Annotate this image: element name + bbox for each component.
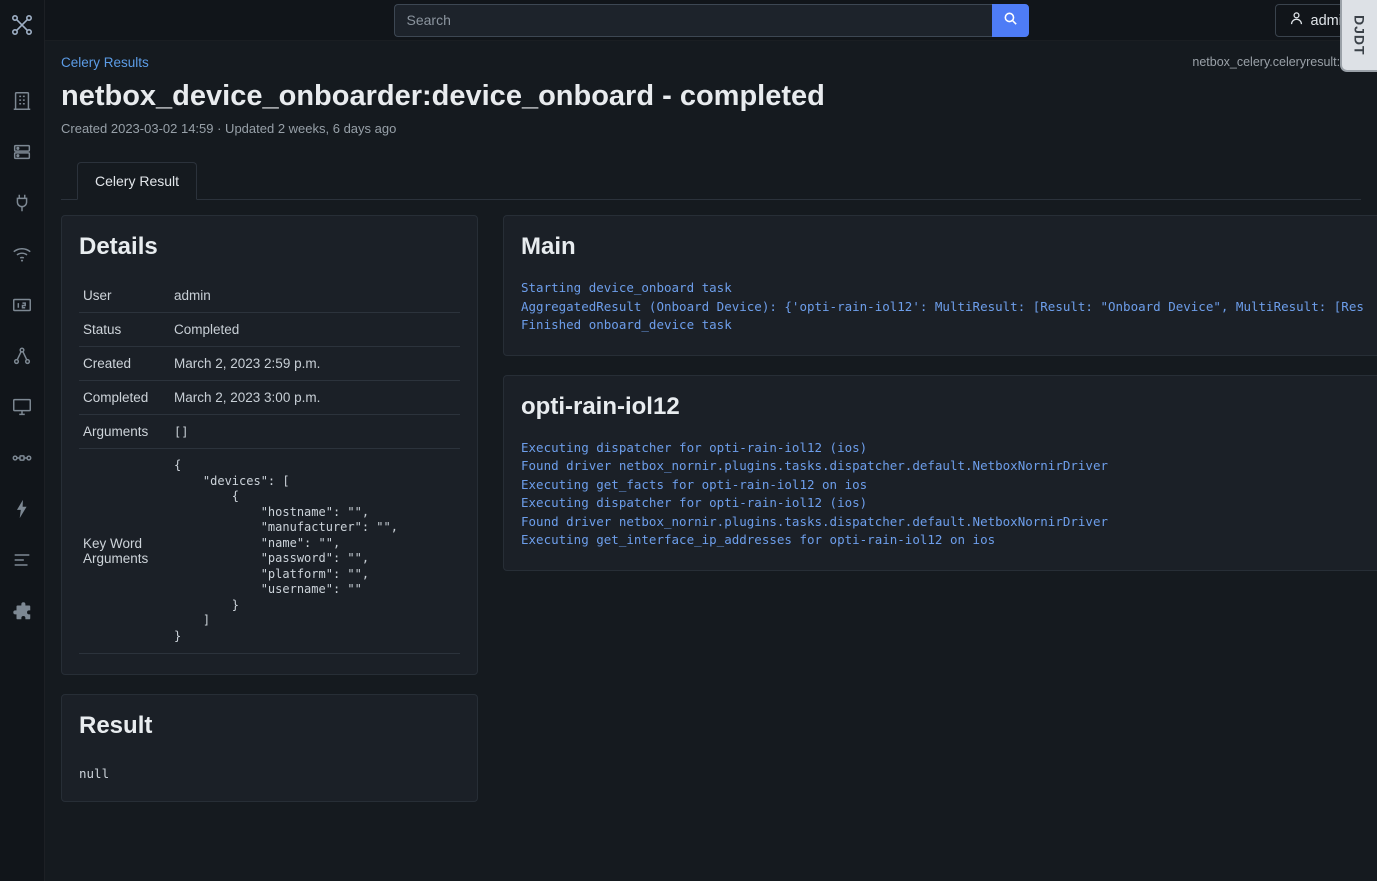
sidebar-item-ipam[interactable] — [0, 279, 44, 330]
sidebar-item-wireless[interactable] — [0, 228, 44, 279]
counter-icon — [11, 294, 33, 316]
person-icon — [1288, 10, 1305, 31]
table-row: Created March 2, 2023 2:59 p.m. — [79, 347, 460, 381]
result-card: Result null — [61, 694, 478, 802]
page-title: netbox_device_onboarder:device_onboard -… — [61, 80, 1361, 113]
transit-connection-icon — [11, 447, 33, 469]
device-log-card: opti-rain-iol12 Executing dispatcher for… — [503, 375, 1377, 571]
row-label: Created — [79, 347, 174, 381]
row-label: Completed — [79, 381, 174, 415]
sitemap-icon — [11, 345, 33, 367]
table-row: Key Word Arguments { "devices": [ { "hos… — [79, 449, 460, 654]
text-lines-icon — [11, 549, 33, 571]
row-value: { "devices": [ { "hostname": "", "manufa… — [174, 449, 460, 654]
log-line: Executing dispatcher for opti-rain-iol12… — [521, 439, 1364, 458]
device-log-title: opti-rain-iol12 — [521, 393, 1364, 421]
left-column: Details User admin Status Completed — [61, 215, 478, 802]
app-root: admin Celery Results netbox_celery.celer… — [0, 0, 1377, 881]
row-value: March 2, 2023 3:00 p.m. — [174, 381, 460, 415]
puzzle-icon — [11, 600, 33, 622]
log-line: Found driver netbox_nornir.plugins.tasks… — [521, 457, 1364, 476]
main-log-card: Main Starting device_onboard task Aggreg… — [503, 215, 1377, 356]
table-row: User admin — [79, 279, 460, 313]
search-icon — [1002, 10, 1019, 30]
table-row: Arguments [] — [79, 415, 460, 449]
result-value: null — [79, 766, 460, 781]
sidebar-item-plugins[interactable] — [0, 585, 44, 636]
django-debug-toolbar-handle[interactable]: DJDT — [1340, 0, 1377, 72]
details-table: User admin Status Completed Created Marc… — [79, 279, 460, 654]
server-rack-icon — [11, 141, 33, 163]
log-line: Found driver netbox_nornir.plugins.tasks… — [521, 513, 1364, 532]
row-value: March 2, 2023 2:59 p.m. — [174, 347, 460, 381]
object-id-label: netbox_celery.celeryresult:197 — [1192, 55, 1361, 69]
search-button[interactable] — [992, 4, 1029, 37]
content-grid: Details User admin Status Completed — [61, 215, 1361, 802]
device-log-block: Executing dispatcher for opti-rain-iol12… — [521, 439, 1364, 550]
log-line: AggregatedResult (Onboard Device): {'opt… — [521, 298, 1364, 317]
log-line: Executing dispatcher for opti-rain-iol12… — [521, 494, 1364, 513]
lightning-bolt-icon — [11, 498, 33, 520]
sidebar-item-virtualization[interactable] — [0, 381, 44, 432]
table-row: Status Completed — [79, 313, 460, 347]
building-icon — [11, 90, 33, 112]
netbox-logo-icon[interactable] — [10, 13, 34, 37]
sidebar-nav — [0, 0, 45, 881]
djdt-label: DJDT — [1352, 15, 1368, 56]
sidebar-item-journal[interactable] — [0, 534, 44, 585]
plug-icon — [11, 192, 33, 214]
wifi-icon — [11, 243, 33, 265]
sidebar-item-organization[interactable] — [0, 75, 44, 126]
row-value: [] — [174, 415, 460, 449]
log-line: Executing get_facts for opti-rain-iol12 … — [521, 476, 1364, 495]
top-navbar: admin — [45, 0, 1377, 41]
row-label: Arguments — [79, 415, 174, 449]
page-content: Celery Results netbox_celery.celeryresul… — [45, 41, 1377, 881]
result-title: Result — [79, 712, 460, 740]
sidebar-item-power[interactable] — [0, 483, 44, 534]
sidebar-item-tunnels[interactable] — [0, 330, 44, 381]
details-title: Details — [79, 233, 460, 261]
monitor-icon — [11, 396, 33, 418]
table-row: Completed March 2, 2023 3:00 p.m. — [79, 381, 460, 415]
tab-celery-result[interactable]: Celery Result — [77, 162, 197, 200]
row-label: Key Word Arguments — [79, 449, 174, 654]
breadcrumb-row: Celery Results netbox_celery.celeryresul… — [61, 55, 1361, 70]
search-input[interactable] — [394, 4, 992, 37]
main-log-block: Starting device_onboard task AggregatedR… — [521, 279, 1364, 335]
right-column: Main Starting device_onboard task Aggreg… — [503, 215, 1377, 571]
kwargs-json: { "devices": [ { "hostname": "", "manufa… — [174, 458, 460, 644]
sidebar-item-devices[interactable] — [0, 126, 44, 177]
sidebar-item-connections[interactable] — [0, 177, 44, 228]
log-line: Finished onboard_device task — [521, 316, 1364, 335]
log-line: Starting device_onboard task — [521, 279, 1364, 298]
search-form — [394, 4, 1029, 37]
row-label: Status — [79, 313, 174, 347]
main-column: admin Celery Results netbox_celery.celer… — [45, 0, 1377, 881]
row-value: admin — [174, 279, 460, 313]
log-line: Executing get_interface_ip_addresses for… — [521, 531, 1364, 550]
details-card: Details User admin Status Completed — [61, 215, 478, 675]
main-log-title: Main — [521, 233, 1364, 261]
breadcrumb-celery-results[interactable]: Celery Results — [61, 55, 149, 70]
status-badge: Completed — [174, 313, 460, 347]
tab-bar: Celery Result — [61, 162, 1361, 200]
page-meta: Created 2023-03-02 14:59 · Updated 2 wee… — [61, 121, 1361, 136]
row-label: User — [79, 279, 174, 313]
sidebar-item-circuits[interactable] — [0, 432, 44, 483]
